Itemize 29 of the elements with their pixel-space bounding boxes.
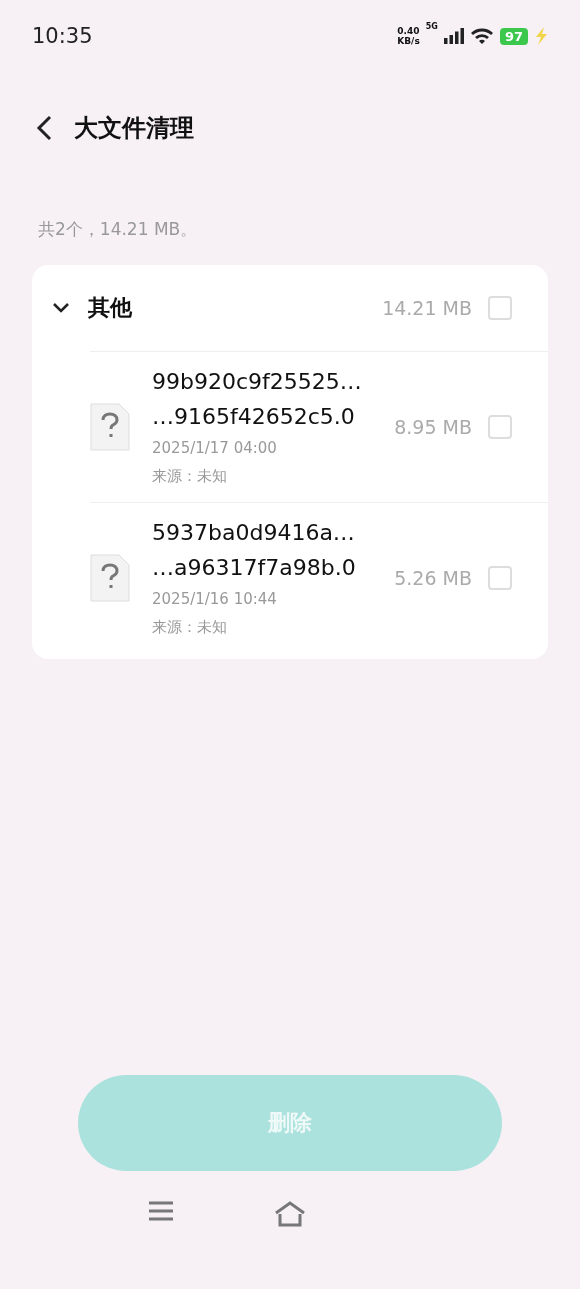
- file-date: 2025/1/17 04:00: [152, 438, 278, 459]
- file-name: 5937ba0d9416a…: [152, 519, 356, 547]
- checkbox[interactable]: [488, 566, 512, 590]
- chevron-icon[interactable]: [52, 302, 70, 314]
- page-title: 大文件清理: [74, 113, 194, 144]
- summary-text: 共2个，14.21 MB。: [37, 218, 199, 241]
- checkbox[interactable]: [488, 415, 512, 439]
- file-name: …9165f42652c5.0: [152, 403, 356, 431]
- group-size: 14.21 MB: [382, 297, 472, 319]
- file-name: 99b920c9f25525…: [152, 368, 363, 396]
- back-icon[interactable]: [36, 115, 52, 141]
- network-type: 5G: [425, 22, 438, 31]
- checkbox[interactable]: [488, 296, 512, 320]
- menu-icon[interactable]: [148, 1201, 174, 1221]
- file-source: 来源：未知: [152, 617, 228, 638]
- signal-icon: [443, 28, 464, 44]
- status-time: 10:35: [32, 24, 93, 48]
- battery-level: 97: [499, 27, 528, 45]
- group-name: 其他: [88, 294, 133, 322]
- unknown-file-icon: [90, 403, 130, 451]
- file-name: …a96317f7a98b.0: [152, 554, 357, 582]
- file-size: 5.26 MB: [394, 567, 472, 589]
- file-date: 2025/1/16 10:44: [152, 589, 278, 610]
- wifi-icon: [469, 27, 494, 45]
- network-speed: 0.40 KB/s: [397, 26, 420, 46]
- file-size: 8.95 MB: [394, 416, 472, 438]
- file-source: 来源：未知: [152, 466, 228, 487]
- unknown-file-icon: [90, 554, 130, 602]
- home-icon[interactable]: [274, 1201, 306, 1227]
